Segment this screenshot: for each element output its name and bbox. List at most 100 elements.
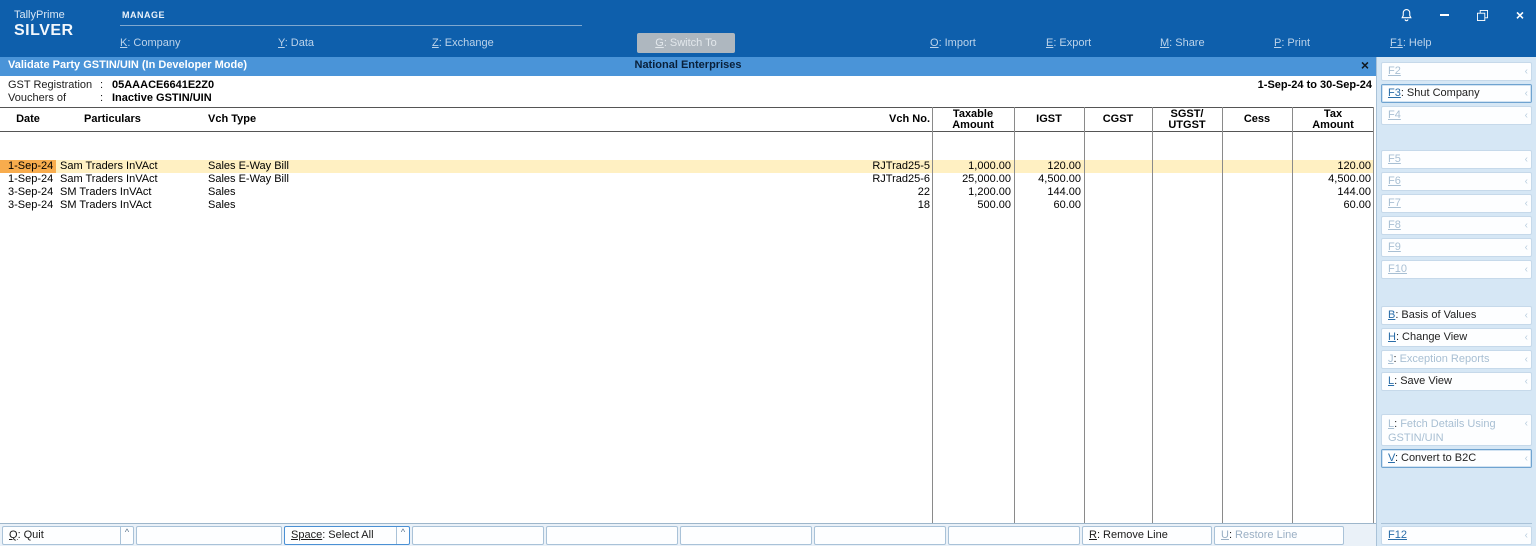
bottombar-empty-slot <box>546 525 678 545</box>
key-letter: F9 <box>1388 241 1401 253</box>
key-separator: : <box>1394 418 1398 430</box>
bottombar-empty-slot <box>412 525 544 545</box>
basis-of-values-button[interactable]: B: Basis of Values ‹ <box>1381 306 1532 325</box>
cell-particulars: SM Traders InVAct <box>60 199 152 211</box>
button-label: Remove Line <box>1103 529 1168 541</box>
key-separator: : <box>1169 37 1173 49</box>
save-view-button[interactable]: L: Save View ‹ <box>1381 372 1532 391</box>
report-close-button[interactable]: × <box>1361 57 1369 73</box>
menu-share[interactable]: M: Share <box>1160 37 1205 49</box>
column-header-vch-no: Vch No. <box>889 113 930 125</box>
key-separator: : <box>1096 529 1101 541</box>
column-header-date: Date <box>16 113 40 125</box>
key-letter: Z <box>432 37 439 49</box>
menu-label: Exchange <box>444 37 494 49</box>
column-header-sgst: SGST/ UTGST <box>1168 107 1206 131</box>
cell-tax: 144.00 <box>1337 186 1371 198</box>
select-all-button[interactable]: Space: Select All ^ <box>284 525 410 545</box>
f7-button: F7 ‹ <box>1381 194 1532 213</box>
menu-company[interactable]: K: Company <box>120 37 180 49</box>
key-letter: M <box>1160 37 1170 49</box>
quit-button[interactable]: Q: Quit ^ <box>2 525 134 545</box>
table-row[interactable]: 3-Sep-24 SM Traders InVAct Sales 18 500.… <box>0 199 1374 212</box>
notification-bell-icon[interactable] <box>1398 7 1414 23</box>
tallyprime-window: TallyPrime SILVER MANAGE K: Company Y: Dat… <box>0 0 1536 546</box>
menu-exchange[interactable]: Z: Exchange <box>432 37 494 49</box>
cell-date: 1-Sep-24 <box>8 173 54 185</box>
key-separator: : <box>127 37 131 49</box>
table-header: Date Particulars Vch Type Vch No. Taxabl… <box>0 107 1374 132</box>
button-label: Change View <box>1402 331 1468 343</box>
menu-help[interactable]: F1: Help <box>1390 37 1432 49</box>
caret-up-icon[interactable]: ^ <box>120 526 133 544</box>
column-divider <box>1292 107 1293 523</box>
cell-tax: 4,500.00 <box>1328 173 1371 185</box>
key-separator: : <box>1394 375 1398 387</box>
expand-arrow-icon: ‹ <box>1524 376 1528 387</box>
convert-to-b2c-button[interactable]: V: Convert to B2C ‹ <box>1381 449 1532 468</box>
bottombar-empty-slot <box>136 525 282 545</box>
manage-group-label: MANAGE <box>122 10 165 20</box>
exception-reports-button: J: Exception Reports ‹ <box>1381 350 1532 369</box>
caret-up-icon[interactable]: ^ <box>396 526 409 544</box>
table-row-selected[interactable]: 1-Sep-24 Sam Traders InVAct Sales E-Way … <box>0 160 1374 173</box>
key-separator: : <box>1395 309 1399 321</box>
brand-name: TallyPrime <box>14 9 65 21</box>
cell-cess <box>1222 173 1292 186</box>
bottombar-empty-slot <box>948 525 1080 545</box>
expand-arrow-icon: ‹ <box>1524 242 1528 253</box>
restore-button[interactable] <box>1474 7 1490 23</box>
cell-igst: 120.00 <box>1047 160 1081 172</box>
column-header-cgst: CGST <box>1102 113 1134 125</box>
gst-registration-row: GST Registration:05AAACE6641E2Z0 <box>8 79 214 91</box>
menu-print[interactable]: P: Print <box>1274 37 1310 49</box>
report-header: GST Registration:05AAACE6641E2Z0 Voucher… <box>0 76 1376 107</box>
menu-export[interactable]: E: Export <box>1046 37 1091 49</box>
key-letter: F12 <box>1388 529 1407 541</box>
top-bar: TallyPrime SILVER MANAGE K: Company Y: Dat… <box>0 0 1536 57</box>
menu-import[interactable]: O: Import <box>930 37 976 49</box>
f5-button: F5 ‹ <box>1381 150 1532 169</box>
restore-line-button: U: Restore Line <box>1214 525 1344 545</box>
menu-data[interactable]: Y: Data <box>278 37 314 49</box>
report-title: Validate Party GSTIN/UIN (In Developer M… <box>8 59 247 71</box>
f10-button: F10 ‹ <box>1381 260 1532 279</box>
fetch-details-button: L: Fetch Details Using GSTIN/UIN ‹ <box>1381 414 1532 446</box>
cell-particulars: Sam Traders InVAct <box>60 173 158 185</box>
shut-company-button[interactable]: F3: Shut Company ‹ <box>1381 84 1532 103</box>
gst-registration-label: GST Registration <box>8 79 93 91</box>
cell-date: 1-Sep-24 <box>0 160 56 173</box>
cell-igst: 60.00 <box>1053 199 1081 211</box>
column-header-cess: Cess <box>1243 113 1271 125</box>
minimize-icon <box>1439 14 1449 16</box>
report-title-bar: National Enterprises Validate Party GSTI… <box>0 57 1376 76</box>
remove-line-button[interactable]: R: Remove Line <box>1082 525 1212 545</box>
menu-label: Share <box>1175 37 1205 49</box>
restore-icon <box>1476 9 1488 21</box>
button-label: Fetch Details Using GSTIN/UIN <box>1388 418 1496 444</box>
button-label: Exception Reports <box>1399 353 1490 365</box>
table-right-border <box>1373 107 1374 523</box>
table-row[interactable]: 3-Sep-24 SM Traders InVAct Sales 22 1,20… <box>0 186 1374 199</box>
cell-taxable: 500.00 <box>977 199 1011 211</box>
window-close-button[interactable]: × <box>1512 7 1528 23</box>
f9-button: F9 ‹ <box>1381 238 1532 257</box>
key-separator: : <box>663 37 667 49</box>
key-letter: F4 <box>1388 109 1401 121</box>
key-letter: F1 <box>1390 37 1403 49</box>
brand-edition: SILVER <box>14 21 74 39</box>
cell-cess <box>1222 160 1292 173</box>
minimize-button[interactable] <box>1436 7 1452 23</box>
menu-label: Company <box>133 37 181 49</box>
vouchers-of-label: Vouchers of <box>8 92 67 104</box>
table-row[interactable]: 1-Sep-24 Sam Traders InVAct Sales E-Way … <box>0 173 1374 186</box>
column-divider <box>1084 107 1085 523</box>
f12-configure-button[interactable]: F12 ‹ <box>1381 526 1532 545</box>
expand-arrow-icon: ‹ <box>1524 220 1528 231</box>
change-view-button[interactable]: H: Change View ‹ <box>1381 328 1532 347</box>
app-logo: TallyPrime SILVER <box>14 9 74 40</box>
button-label: Save View <box>1400 375 1452 387</box>
key-separator: : <box>1402 37 1406 49</box>
